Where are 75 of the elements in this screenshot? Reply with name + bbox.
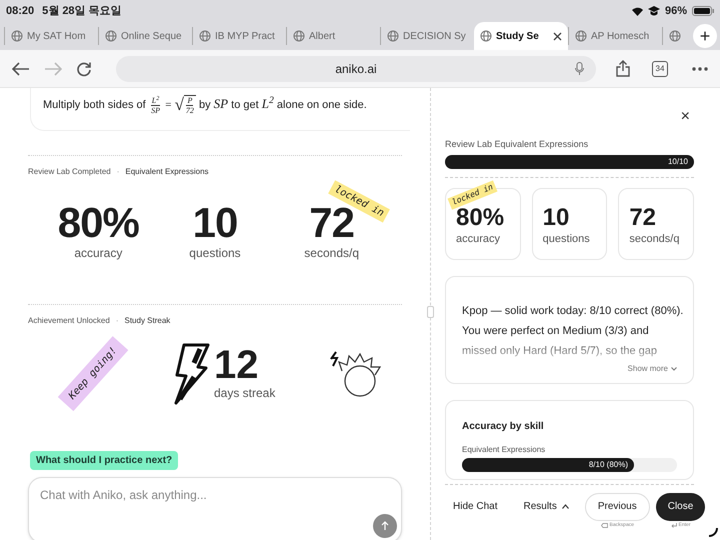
resize-handle[interactable]: [427, 306, 434, 318]
browser-tab[interactable]: Albert: [286, 27, 380, 45]
tab-title: DECISION Sy: [403, 30, 466, 44]
browser-tab[interactable]: IB MYP Pract: [192, 27, 286, 45]
stat-label: accuracy: [74, 244, 122, 262]
tab-title: AP Homesch: [591, 30, 650, 44]
footer-button[interactable]: Previous: [584, 492, 650, 520]
close-button[interactable]: ×: [680, 110, 690, 124]
streak-count: 12: [214, 346, 260, 384]
loading-arc-icon: [708, 527, 718, 537]
section-category: Review Lab Completed: [28, 166, 111, 178]
card-title: Accuracy by skill: [462, 420, 545, 434]
tab-count-button[interactable]: 34: [652, 60, 668, 76]
share-icon[interactable]: [616, 60, 630, 77]
globe-icon: [387, 30, 399, 42]
panel-title: Review Lab Equivalent Expressions: [445, 138, 590, 151]
close-icon[interactable]: [553, 32, 562, 40]
spiky-head-drawing: [328, 348, 384, 399]
browser-tab[interactable]: My SAT Hom: [4, 27, 98, 45]
footer-button[interactable]: Results: [513, 492, 579, 520]
tab-title: Online Seque: [121, 30, 182, 44]
globe-icon: [11, 30, 23, 42]
clock-time: 08:20: [6, 4, 34, 19]
stat-value: 10: [542, 204, 570, 230]
stat-label: accuracy: [456, 232, 502, 246]
globe-icon: [199, 30, 211, 42]
tab-title: IB MYP Pract: [215, 30, 275, 44]
stat-label: questions: [542, 232, 591, 246]
section-title: Study Streak: [124, 314, 170, 327]
section-category: Achievement Unlocked: [28, 314, 110, 327]
browser-tab[interactable]: Online Seque: [98, 27, 192, 45]
battery-percent: 96%: [664, 4, 687, 19]
new-tab-button[interactable]: +: [693, 24, 717, 48]
globe-icon: [480, 30, 492, 42]
address-bar[interactable]: aniko.ai: [116, 56, 596, 82]
progress-fill: 8/10 (80%): [462, 458, 634, 472]
browser-tab[interactable]: Study Se: [474, 22, 568, 50]
browser-tab[interactable]: AP Homesch: [568, 27, 662, 45]
caret-up-icon: [562, 504, 569, 509]
stat-value: 72: [629, 204, 658, 230]
tab-title: Study Se: [496, 30, 539, 44]
stat-label: questions: [189, 244, 241, 262]
streak-label: days streak: [214, 384, 276, 402]
progress-fill: 10/10: [445, 154, 694, 168]
stat-value: 10: [192, 202, 238, 244]
footer-button[interactable]: Close: [656, 492, 706, 520]
tab-title: My SAT Hom: [27, 30, 86, 44]
globe-icon: [293, 30, 305, 42]
date-text: 5월 28일 목요일: [42, 4, 122, 19]
backspace-key-icon: [600, 522, 608, 528]
tab-title: Albert: [309, 30, 336, 44]
footer-button[interactable]: Hide Chat: [443, 492, 508, 520]
section-title: Equivalent Expressions: [125, 166, 209, 178]
globe-icon: [575, 30, 587, 42]
back-arrow-icon[interactable]: [12, 62, 30, 76]
up-arrow-icon: [381, 521, 389, 530]
stat-label: seconds/q: [629, 232, 680, 246]
stat-value: 80%: [58, 202, 139, 244]
skill-name: Equivalent Expressions: [462, 444, 546, 456]
chat-input[interactable]: Chat with Aniko, ask anything...: [28, 476, 402, 540]
wifi-icon: [632, 6, 643, 16]
more-icon[interactable]: [692, 66, 708, 70]
globe-icon: [105, 30, 117, 42]
chevron-down-icon: [671, 366, 677, 370]
separator-dot: ·: [116, 166, 120, 178]
suggestion-chip[interactable]: What should I practice next?: [30, 450, 178, 470]
reload-icon[interactable]: [76, 60, 92, 76]
enter-key-icon: [670, 522, 677, 528]
show-more-button[interactable]: Show more: [628, 362, 677, 374]
separator-dot: ·: [116, 314, 118, 327]
microphone-icon[interactable]: [575, 62, 584, 76]
graduation-cap-icon: [648, 6, 660, 16]
globe-icon: [669, 30, 681, 42]
battery-icon: [692, 6, 714, 16]
stat-label: seconds/q: [304, 244, 359, 262]
